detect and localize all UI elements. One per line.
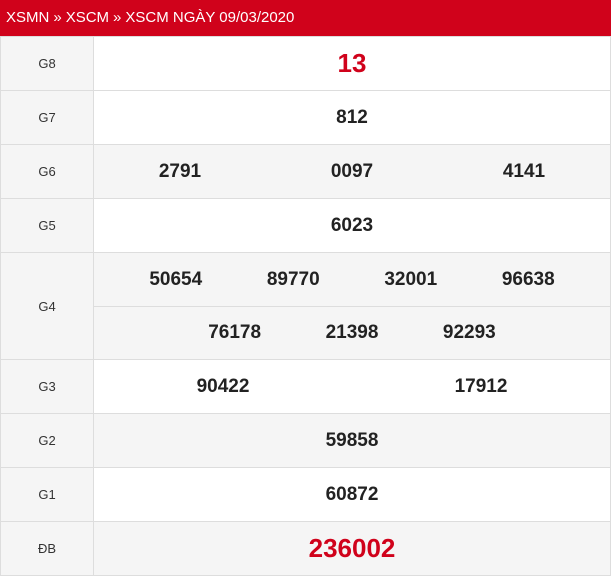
prize-number: 6023 [330,214,374,236]
prize-number: 2791 [158,160,202,182]
prize-number: 60872 [325,483,379,505]
prize-number: 90422 [196,375,250,397]
prize-number: 76178 [208,322,262,343]
prize-numbers: 90422 17912 [93,359,611,414]
prize-number: 13 [337,48,367,78]
prize-label: G7 [0,90,94,145]
prize-number: 4141 [502,160,546,182]
prize-label: G2 [0,413,94,468]
breadcrumb-separator: » [53,9,62,26]
prize-label: ĐB [0,521,94,576]
prize-row-g8: G8 13 [0,36,611,91]
prize-label: G1 [0,467,94,522]
prize-number: 50654 [149,268,203,290]
prize-numbers: 236002 [93,521,611,576]
prize-row-g3: G3 90422 17912 [0,359,611,414]
prize-numbers: 13 [93,36,611,91]
lottery-result-panel: XSMN» XSCM» XSCM NGÀY 09/03/2020 G8 13 G7 … [0,0,611,578]
prize-number: 0097 [330,160,374,182]
breadcrumb-link-xsmn[interactable]: XSMN [6,9,49,26]
breadcrumb-separator: » [113,9,122,26]
prize-number: 92293 [442,322,496,343]
prize-row-g7: G7 812 [0,90,611,145]
prize-label: G6 [0,144,94,199]
prize-number: 89770 [266,268,320,290]
prize-numbers: 812 [93,90,611,145]
prize-label: G3 [0,359,94,414]
prize-row-g1: G1 60872 [0,467,611,522]
prize-number: 21398 [325,322,379,343]
prize-numbers: 60872 [93,467,611,522]
prize-numbers: 6023 [93,198,611,253]
prize-numbers: 50654 89770 32001 96638 76178 21398 9229… [93,252,611,360]
header-breadcrumb: XSMN» XSCM» XSCM NGÀY 09/03/2020 [0,0,611,36]
page-title: XSCM NGÀY 09/03/2020 [125,9,295,26]
prize-number: 96638 [501,268,555,290]
prize-row-g6: G6 2791 0097 4141 [0,144,611,199]
prize-numbers: 59858 [93,413,611,468]
prize-number: 812 [336,106,368,128]
prize-row-special: ĐB 236002 [0,521,611,576]
prize-number: 32001 [384,268,438,290]
prize-row-g2: G2 59858 [0,413,611,468]
prize-row-g5: G5 6023 [0,198,611,253]
prize-row-g4: G4 50654 89770 32001 96638 76178 21398 9… [0,252,611,360]
prize-numbers: 2791 0097 4141 [93,144,611,199]
prize-label: G4 [0,252,94,360]
prize-number: 59858 [325,429,379,451]
results-table: G8 13 G7 812 G6 2791 0097 4141 G5 6023 G… [0,36,611,576]
prize-label: G8 [0,36,94,91]
breadcrumb-link-xscm[interactable]: XSCM [66,9,109,26]
prize-label: G5 [0,198,94,253]
prize-number: 17912 [454,375,508,397]
prize-number: 236002 [308,533,396,563]
